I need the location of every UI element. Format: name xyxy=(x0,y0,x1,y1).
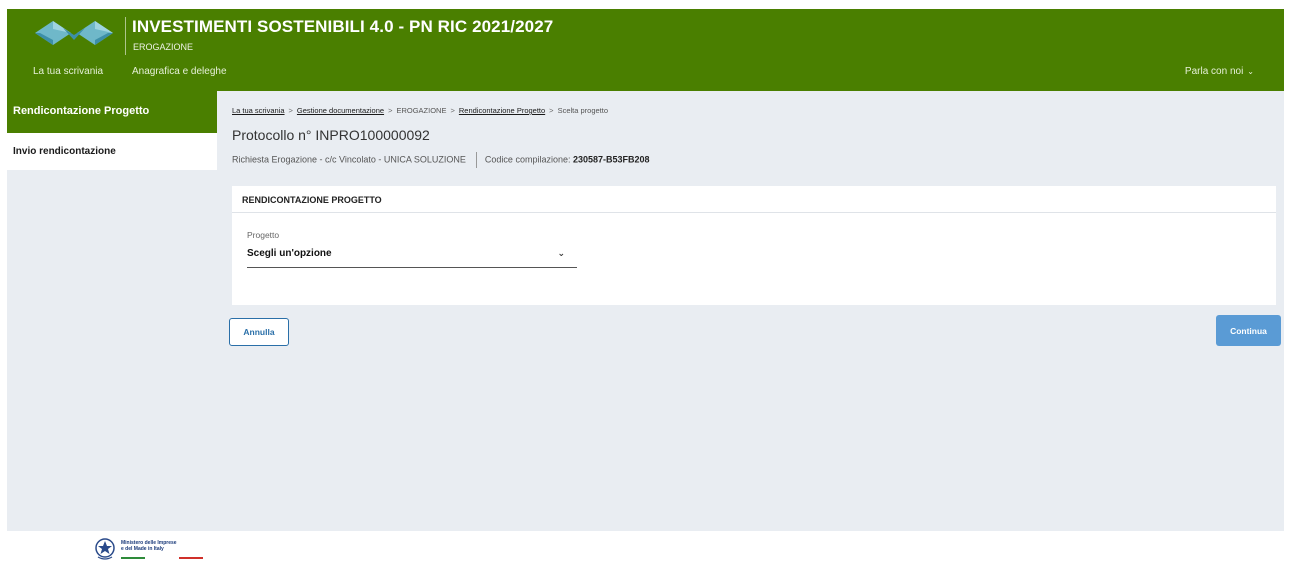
sidebar-item-invio-rendicontazione[interactable]: Invio rendicontazione xyxy=(7,133,217,170)
breadcrumb-separator: > xyxy=(388,106,393,115)
select-value: Scegli un'opzione xyxy=(247,248,332,259)
page-title: Protocollo n° INPRO100000092 xyxy=(232,127,430,143)
ministry-emblem-icon xyxy=(95,538,115,560)
rendicontazione-card: RENDICONTAZIONE PROGETTO Progetto Scegli… xyxy=(232,186,1276,305)
progetto-select[interactable]: Scegli un'opzione ⌄ xyxy=(247,244,577,268)
app-frame: INVESTIMENTI SOSTENIBILI 4.0 - PN RIC 20… xyxy=(7,9,1284,569)
info-divider xyxy=(475,152,477,168)
app-logo-icon xyxy=(35,21,113,45)
breadcrumb-item-current: Scelta progetto xyxy=(557,106,609,115)
app-title: INVESTIMENTI SOSTENIBILI 4.0 - PN RIC 20… xyxy=(132,17,554,36)
ministry-line-2: e del Made in Italy xyxy=(121,546,164,552)
breadcrumb-separator: > xyxy=(450,106,455,115)
contact-menu[interactable]: Parla con noi ⌄ xyxy=(1185,66,1254,77)
contact-label: Parla con noi xyxy=(1184,66,1244,77)
sidebar-title: Rendicontazione Progetto xyxy=(7,91,217,133)
footer: Ministero delle Imprese e del Made in It… xyxy=(7,531,1284,569)
card-title: RENDICONTAZIONE PROGETTO xyxy=(232,186,1276,213)
breadcrumb-separator: > xyxy=(549,106,554,115)
flag-red-line xyxy=(179,557,203,559)
breadcrumb-separator: > xyxy=(288,106,293,115)
code-value: 230587-B53FB208 xyxy=(572,154,650,165)
breadcrumb-link-scrivania[interactable]: La tua scrivania xyxy=(232,106,285,115)
breadcrumb-link-rendicontazione[interactable]: Rendicontazione Progetto xyxy=(459,106,545,115)
ministry-name: Ministero delle Imprese e del Made in It… xyxy=(121,540,177,552)
breadcrumb-link-gestione[interactable]: Gestione documentazione xyxy=(297,106,384,115)
flag-green-line xyxy=(121,557,145,559)
nav-link-anagrafica[interactable]: Anagrafica e deleghe xyxy=(132,66,227,77)
app-header: INVESTIMENTI SOSTENIBILI 4.0 - PN RIC 20… xyxy=(7,9,1284,91)
sidebar: Rendicontazione Progetto Invio rendicont… xyxy=(7,91,217,170)
header-divider xyxy=(125,17,126,55)
nav-link-scrivania[interactable]: La tua scrivania xyxy=(33,66,103,77)
app-subtitle: EROGAZIONE xyxy=(133,42,194,52)
breadcrumb-item-erogazione: EROGAZIONE xyxy=(396,106,447,115)
request-type: Richiesta Erogazione - c/c Vincolato - U… xyxy=(232,154,466,165)
progetto-label: Progetto xyxy=(247,230,280,240)
continue-button[interactable]: Continua xyxy=(1216,315,1281,346)
chevron-down-icon: ⌄ xyxy=(557,248,565,258)
code-label: Codice compilazione: xyxy=(484,154,571,165)
request-info: Richiesta Erogazione - c/c Vincolato - U… xyxy=(232,152,650,168)
cancel-button[interactable]: Annulla xyxy=(229,318,289,346)
chevron-down-icon: ⌄ xyxy=(1247,67,1254,76)
breadcrumb: La tua scrivania > Gestione documentazione… xyxy=(232,106,608,115)
